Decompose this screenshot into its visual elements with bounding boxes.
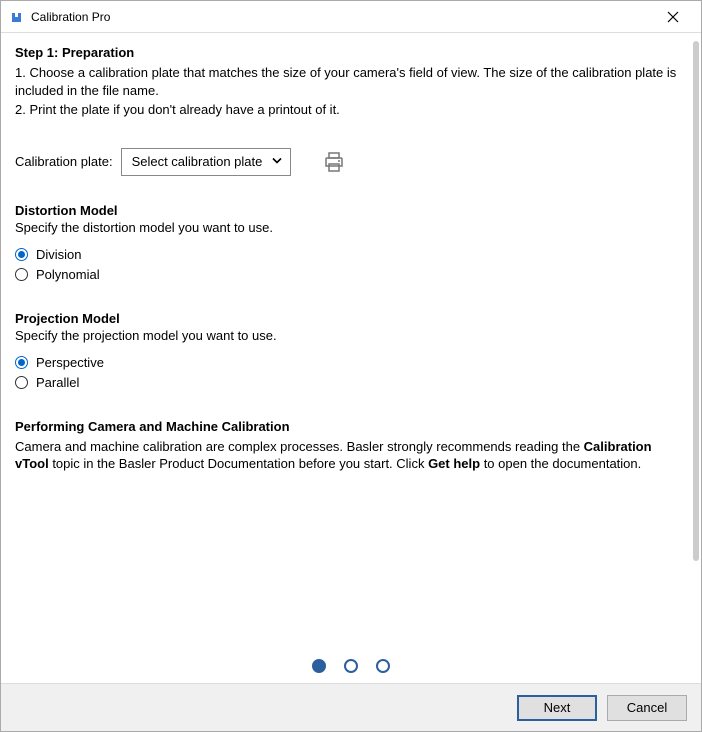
distortion-sub: Specify the distortion model you want to… xyxy=(15,220,687,235)
radio-icon xyxy=(15,376,28,389)
chevron-down-icon xyxy=(270,153,284,170)
step-dot-1[interactable] xyxy=(312,659,326,673)
next-button[interactable]: Next xyxy=(517,695,597,721)
step-dot-3[interactable] xyxy=(376,659,390,673)
distortion-polynomial-label: Polynomial xyxy=(36,267,100,282)
step-heading: Step 1: Preparation xyxy=(15,45,687,60)
distortion-division-label: Division xyxy=(36,247,82,262)
window-title: Calibration Pro xyxy=(31,10,653,24)
radio-icon xyxy=(15,356,28,369)
calibration-plate-select[interactable]: Select calibration plate xyxy=(121,148,292,176)
projection-radio-group: Perspective Parallel xyxy=(15,353,687,393)
calibration-plate-selected: Select calibration plate xyxy=(132,154,263,169)
projection-parallel-label: Parallel xyxy=(36,375,79,390)
titlebar: Calibration Pro xyxy=(1,1,701,33)
info-heading: Performing Camera and Machine Calibratio… xyxy=(15,419,687,434)
radio-icon xyxy=(15,248,28,261)
projection-sub: Specify the projection model you want to… xyxy=(15,328,687,343)
close-button[interactable] xyxy=(653,2,693,32)
info-text-b: topic in the Basler Product Documentatio… xyxy=(49,456,428,471)
distortion-polynomial-option[interactable]: Polynomial xyxy=(15,265,687,285)
step-line1: 1. Choose a calibration plate that match… xyxy=(15,64,687,99)
calibration-plate-label: Calibration plate: xyxy=(15,154,113,169)
stepper-dots xyxy=(1,641,701,683)
projection-perspective-label: Perspective xyxy=(36,355,104,370)
cancel-button[interactable]: Cancel xyxy=(607,695,687,721)
info-block: Performing Camera and Machine Calibratio… xyxy=(15,419,687,473)
footer: Next Cancel xyxy=(1,683,701,731)
calibration-plate-row: Calibration plate: Select calibration pl… xyxy=(15,147,687,177)
scrollbar[interactable] xyxy=(693,41,699,561)
projection-heading: Projection Model xyxy=(15,311,687,326)
content-area: Step 1: Preparation 1. Choose a calibrat… xyxy=(1,33,701,641)
distortion-heading: Distortion Model xyxy=(15,203,687,218)
print-button[interactable] xyxy=(317,147,351,177)
info-text: Camera and machine calibration are compl… xyxy=(15,438,687,473)
app-icon xyxy=(9,9,25,25)
close-icon xyxy=(667,11,679,23)
projection-parallel-option[interactable]: Parallel xyxy=(15,373,687,393)
distortion-division-option[interactable]: Division xyxy=(15,245,687,265)
projection-perspective-option[interactable]: Perspective xyxy=(15,353,687,373)
step-line2: 2. Print the plate if you don't already … xyxy=(15,101,687,119)
step-dot-2[interactable] xyxy=(344,659,358,673)
info-text-c: to open the documentation. xyxy=(480,456,641,471)
radio-icon xyxy=(15,268,28,281)
distortion-radio-group: Division Polynomial xyxy=(15,245,687,285)
info-text-a: Camera and machine calibration are compl… xyxy=(15,439,584,454)
info-bold-gethelp: Get help xyxy=(428,456,480,471)
printer-icon xyxy=(322,150,346,174)
content-scroll: Step 1: Preparation 1. Choose a calibrat… xyxy=(1,33,701,641)
